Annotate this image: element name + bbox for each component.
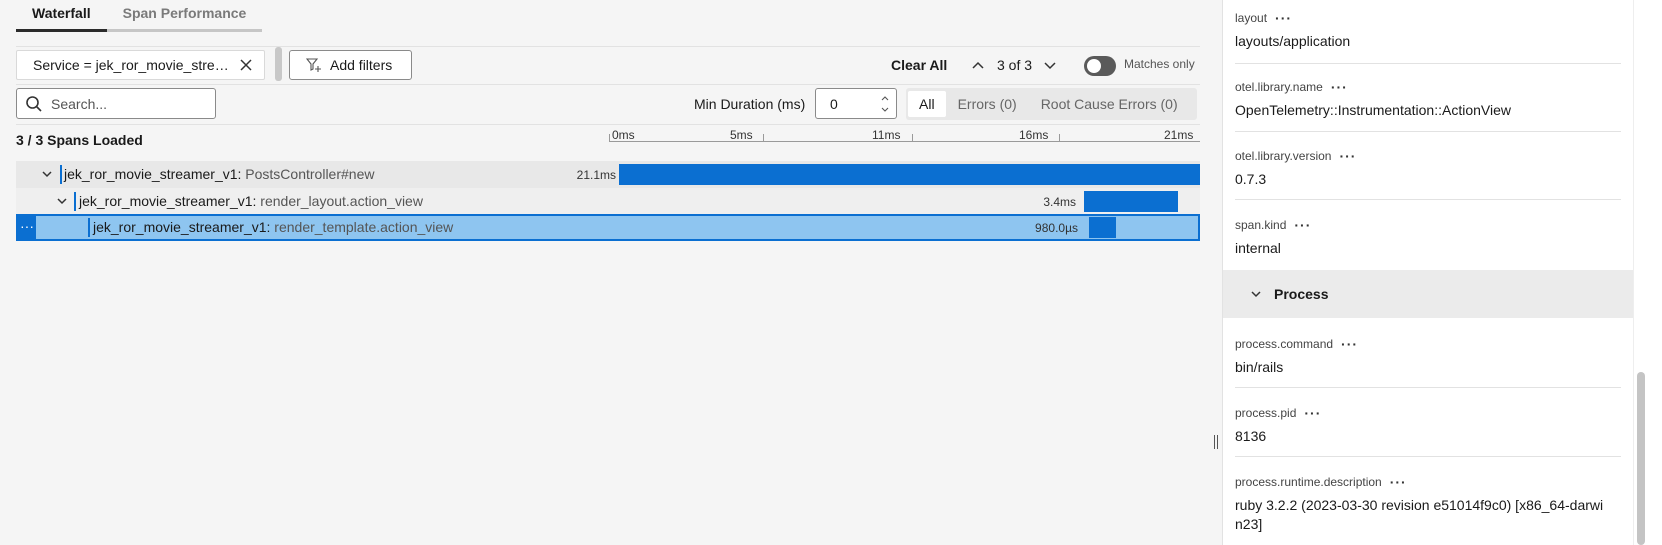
section-title: Process (1274, 286, 1329, 302)
toggle-knob (1087, 59, 1101, 73)
more-icon[interactable]: ··· (1304, 406, 1321, 420)
span-duration: 3.4ms (1043, 195, 1076, 209)
close-icon[interactable] (238, 57, 254, 73)
process-section-header[interactable]: Process (1223, 270, 1633, 318)
axis-tick: 0ms (609, 128, 635, 142)
divider (16, 84, 1200, 85)
span-details-pane: layout ··· layouts/application otel.libra… (1223, 0, 1662, 545)
waterfall-pane: Waterfall Span Performance Service = jek… (0, 0, 1222, 545)
attr-value: ruby 3.2.2 (2023-03-30 revision e51014f9… (1235, 497, 1604, 532)
add-filters-label: Add filters (330, 57, 393, 73)
chevron-down-icon[interactable] (55, 194, 69, 208)
span-row-selected[interactable]: ··· jek_ror_movie_streamer_v1: render_te… (16, 214, 1200, 241)
add-filters-button[interactable]: Add filters (289, 50, 412, 80)
divider (1235, 131, 1621, 132)
timeline-axis: 0ms 5ms 11ms 16ms 21ms (609, 128, 1200, 142)
matches-only-toggle[interactable] (1084, 56, 1116, 76)
segment-root-cause-errors[interactable]: Root Cause Errors (0) (1029, 91, 1190, 117)
span-bar (619, 164, 1200, 185)
span-color-marker (60, 165, 62, 184)
attr-key: process.pid ··· (1235, 405, 1322, 421)
axis-tick: 16ms (1019, 128, 1060, 142)
service-filter-chip[interactable]: Service = jek_ror_movie_streamer_v1 (16, 50, 265, 80)
search-box[interactable] (16, 88, 216, 119)
pane-resize-handle[interactable] (1214, 435, 1218, 449)
more-actions-button[interactable]: ··· (18, 214, 36, 241)
segment-all[interactable]: All (908, 91, 946, 117)
chevron-down-icon[interactable] (40, 167, 54, 181)
axis-tick: 11ms (872, 128, 913, 142)
span-duration: 21.1ms (576, 168, 616, 182)
divider (1235, 387, 1621, 388)
span-color-marker (74, 192, 76, 211)
attr-value: internal (1235, 240, 1281, 256)
tab-waterfall[interactable]: Waterfall (16, 0, 107, 32)
spans-loaded-count: 3 / 3 Spans Loaded (16, 132, 143, 148)
span-label: jek_ror_movie_streamer_v1: render_layout… (79, 193, 423, 209)
attr-key: span.kind ··· (1235, 217, 1312, 233)
segment-errors[interactable]: Errors (0) (946, 91, 1029, 117)
attr-value: OpenTelemetry::Instrumentation::ActionVi… (1235, 102, 1511, 118)
more-icon[interactable]: ··· (1294, 218, 1311, 232)
filter-plus-icon (306, 58, 321, 72)
more-icon[interactable]: ··· (1275, 11, 1292, 25)
service-filter-text: Service = jek_ror_movie_streamer_v1 (33, 57, 229, 73)
span-color-marker (88, 218, 90, 237)
scrollbar-thumb[interactable] (1637, 372, 1645, 545)
span-row[interactable]: jek_ror_movie_streamer_v1: render_layout… (16, 188, 1200, 215)
divider (16, 46, 1200, 47)
divider (1235, 199, 1621, 200)
span-bar (1084, 191, 1178, 212)
attr-key: process.command ··· (1235, 336, 1359, 352)
attr-value: layouts/application (1235, 33, 1351, 49)
chevron-down-icon[interactable] (1249, 287, 1263, 301)
min-duration-value: 0 (830, 95, 838, 112)
attr-key: otel.library.version ··· (1235, 148, 1357, 164)
more-icon[interactable]: ··· (1331, 80, 1348, 94)
span-label: jek_ror_movie_streamer_v1: render_templa… (93, 219, 454, 235)
span-label: jek_ror_movie_streamer_v1: PostsControll… (64, 166, 375, 182)
attr-value: 0.7.3 (1235, 171, 1267, 187)
chevron-down-icon[interactable] (1042, 58, 1058, 74)
stepper-arrows-icon[interactable] (880, 92, 890, 116)
error-filter-segment: All Errors (0) Root Cause Errors (0) (906, 88, 1197, 120)
divider (1235, 456, 1621, 457)
more-icon[interactable]: ··· (1390, 475, 1407, 489)
attr-key: layout ··· (1235, 10, 1293, 26)
view-tabs: Waterfall Span Performance (16, 0, 263, 32)
chevron-up-icon[interactable] (970, 57, 986, 73)
axis-tick: 21ms (1164, 128, 1194, 142)
attr-key: otel.library.name ··· (1235, 79, 1348, 95)
span-row[interactable]: jek_ror_movie_streamer_v1: PostsControll… (16, 161, 1200, 188)
min-duration-label: Min Duration (ms) (694, 96, 806, 112)
search-icon (26, 95, 42, 112)
span-duration: 980.0µs (1035, 221, 1078, 235)
more-icon[interactable]: ··· (1339, 149, 1356, 163)
min-duration-stepper[interactable]: 0 (815, 88, 897, 119)
search-input[interactable] (51, 95, 211, 112)
clear-all-button[interactable]: Clear All (891, 57, 947, 73)
filter-resize-handle[interactable] (275, 47, 282, 81)
tab-span-performance[interactable]: Span Performance (106, 0, 263, 32)
more-icon[interactable]: ··· (1341, 337, 1358, 351)
axis-tick: 5ms (730, 128, 764, 142)
match-count: 3 of 3 (997, 57, 1033, 73)
attr-value: 8136 (1235, 428, 1267, 444)
span-bar (1089, 217, 1117, 238)
divider (16, 124, 1200, 125)
attr-key: process.runtime.description ··· (1235, 474, 1407, 490)
attr-value: bin/rails (1235, 359, 1284, 375)
matches-only-label: Matches only (1124, 57, 1195, 71)
divider (1235, 63, 1621, 64)
